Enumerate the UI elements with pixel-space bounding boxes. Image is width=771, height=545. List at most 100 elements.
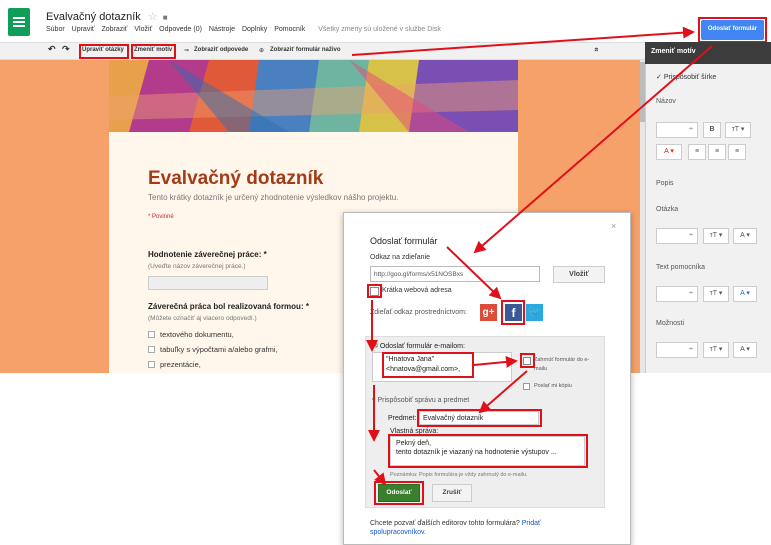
close-icon[interactable]: × — [611, 221, 616, 231]
custom-message-label: Vlastná správa: — [390, 428, 439, 435]
question-2-help: (Môžete označiť aj viacero odpovedí.) — [148, 315, 257, 322]
menu-tools[interactable]: Nástroje — [209, 26, 235, 33]
question-1-answer-field[interactable] — [148, 276, 268, 290]
share-link-label: Odkaz na zdieľanie — [370, 254, 431, 261]
customize-toggle[interactable]: ▾ Prispôsobiť správu a predmet — [372, 396, 469, 404]
menu-file[interactable]: Súbor — [46, 26, 65, 33]
short-url-checkbox[interactable] — [370, 287, 379, 296]
share-link-field[interactable]: http://goo.gl/forms/x51NOSBxs — [370, 266, 540, 282]
message-line-2: tento dotazník je viazaný na hodnotenie … — [396, 449, 557, 456]
dialog-title: Odoslať formulár — [370, 236, 438, 246]
question-2-title[interactable]: Záverečná práca bol realizovaná formou: … — [148, 302, 309, 311]
view-live-form-button[interactable]: Zobraziť formulár naživo — [270, 47, 341, 53]
question-fontsize-button[interactable]: тT ▾ — [703, 228, 729, 244]
facebook-icon[interactable]: f — [505, 304, 522, 321]
change-theme-button[interactable]: Zmeniť motív — [134, 47, 172, 53]
align-center-icon[interactable]: ≡ — [708, 144, 726, 160]
subject-field[interactable]: Evalvačný dotazník — [419, 411, 539, 425]
option-label: tabuľky s výpočtami a/alebo grafmi, — [160, 345, 278, 354]
menu-help[interactable]: Pomocník — [274, 26, 305, 33]
share-via-label: Zdieľať odkaz prostredníctvom: — [370, 309, 467, 316]
forms-editor: Evalvačný dotazník ☆ ■ Súbor Upraviť Zob… — [0, 0, 771, 545]
question-size-spinner[interactable]: ÷ — [656, 228, 698, 244]
menu-addons[interactable]: Doplnky — [242, 26, 267, 33]
menu-responses[interactable]: Odpovede (0) — [159, 26, 202, 33]
google-plus-icon[interactable]: g+ — [480, 304, 497, 321]
question-color-button[interactable]: A ▾ — [733, 228, 757, 244]
document-title[interactable]: Evalvačný dotazník ☆ ■ — [46, 10, 168, 23]
helptext-fontsize-button[interactable]: тT ▾ — [703, 286, 729, 302]
option-text-document[interactable]: textového dokumentu, — [148, 330, 234, 339]
forms-logo-icon[interactable] — [8, 8, 30, 36]
helptext-size-spinner[interactable]: ÷ — [656, 286, 698, 302]
send-button[interactable]: Odoslať — [378, 484, 420, 502]
question-1-help: (Uveďte názov záverečnej práce.) — [148, 263, 246, 270]
theme-panel-header: Zmeniť motív — [645, 42, 771, 64]
options-color-button[interactable]: A ▾ — [733, 342, 757, 358]
cancel-button[interactable]: Zrušiť — [432, 484, 472, 502]
send-copy-label: Poslať mi kópiu — [534, 383, 572, 389]
checkbox[interactable] — [148, 346, 155, 353]
options-size-spinner[interactable]: ÷ — [656, 342, 698, 358]
save-status: Všetky zmeny sú uložené v službe Disk — [318, 26, 441, 33]
live-form-icon: ⊕ — [259, 48, 265, 54]
view-responses-button[interactable]: Zobraziť odpovede — [194, 47, 248, 53]
checkbox[interactable] — [148, 331, 155, 338]
helptext-section-label: Text pomocníka — [656, 264, 706, 271]
title-size-spinner[interactable]: ÷ — [656, 122, 698, 138]
invite-text: Chcete pozvať ďalších editorov tohto for… — [370, 520, 522, 527]
undo-icon[interactable]: ↶ — [48, 44, 56, 55]
options-section-label: Možnosti — [656, 320, 685, 327]
collapse-icon[interactable]: » — [592, 47, 601, 51]
email-header-text: Odoslať formulár e-mailom: — [379, 343, 465, 350]
custom-message-field[interactable]: Pekný deň, tento dotazník je viazaný na … — [390, 436, 585, 466]
menu-view[interactable]: Zobraziť — [101, 26, 127, 33]
fit-width-label: Prispôsobiť šírke — [663, 74, 717, 81]
send-copy-checkbox[interactable] — [523, 383, 530, 390]
toolbar: ↶ ↷ Upraviť otázky Zmeniť motív ⇒ Zobraz… — [0, 42, 645, 60]
document-title-text[interactable]: Evalvačný dotazník — [46, 11, 141, 23]
menu-insert[interactable]: Vložiť — [134, 26, 152, 33]
helptext-color-button[interactable]: A ▾ — [733, 286, 757, 302]
envelope-icon: ✉ — [372, 343, 378, 350]
redo-icon[interactable]: ↷ — [62, 44, 70, 55]
invite-editors-text: Chcete pozvať ďalších editorov tohto for… — [370, 519, 590, 537]
required-note: * Povinné — [148, 214, 174, 220]
theme-banner — [109, 60, 518, 132]
title-section-label: Názov — [656, 98, 676, 105]
option-presentation[interactable]: prezentácie, — [148, 360, 201, 369]
title-color-button[interactable]: A ▾ — [656, 144, 682, 160]
send-form-button[interactable]: Odoslať formulár — [701, 20, 764, 40]
edit-questions-button[interactable]: Upraviť otázky — [82, 47, 124, 53]
short-url-label: Krátka webová adresa — [382, 287, 452, 294]
align-right-icon[interactable]: ≡ — [728, 144, 746, 160]
question-section-label: Otázka — [656, 206, 679, 213]
option-label: prezentácie, — [160, 360, 201, 369]
option-label: textového dokumentu, — [160, 330, 234, 339]
response-icon: ⇒ — [184, 48, 190, 54]
options-fontsize-button[interactable]: тT ▾ — [703, 342, 729, 358]
checkbox[interactable] — [148, 361, 155, 368]
align-left-icon[interactable]: ≡ — [688, 144, 706, 160]
question-1-title[interactable]: Hodnotenie záverečnej práce: * — [148, 250, 267, 259]
include-form-label: Zahrnúť formulár do e-mailu — [534, 357, 590, 372]
star-icon[interactable]: ☆ — [148, 11, 158, 23]
folder-icon[interactable]: ■ — [163, 13, 168, 22]
recipient-name: "Hnatova Jana" — [386, 356, 435, 363]
option-spreadsheet[interactable]: tabuľky s výpočtami a/alebo grafmi, — [148, 345, 278, 354]
description-section-label: Popis — [656, 180, 674, 187]
form-title[interactable]: Evalvačný dotazník — [148, 168, 323, 190]
include-form-checkbox[interactable] — [523, 357, 531, 365]
email-section-header: ✉ Odoslať formulár e-mailom: — [372, 342, 465, 350]
email-note: Poznámka: Popis formulára je vždy zahrnu… — [390, 472, 528, 478]
menu-edit[interactable]: Upraviť — [72, 26, 95, 33]
fit-width-option[interactable]: ✓ Prispôsobiť šírke — [656, 73, 716, 81]
title-bold-button[interactable]: B — [703, 122, 721, 138]
embed-button[interactable]: Vložiť — [553, 266, 605, 283]
recipient-email: <hnatova@gmail.com>, — [386, 366, 461, 373]
form-description[interactable]: Tento krátky dotazník je určený zhodnote… — [148, 193, 398, 202]
subject-label: Predmet: — [388, 415, 417, 422]
title-fontsize-button[interactable]: тT ▾ — [725, 122, 751, 138]
twitter-icon[interactable]: 🐦 — [526, 304, 543, 321]
check-icon: ✓ — [656, 74, 662, 81]
